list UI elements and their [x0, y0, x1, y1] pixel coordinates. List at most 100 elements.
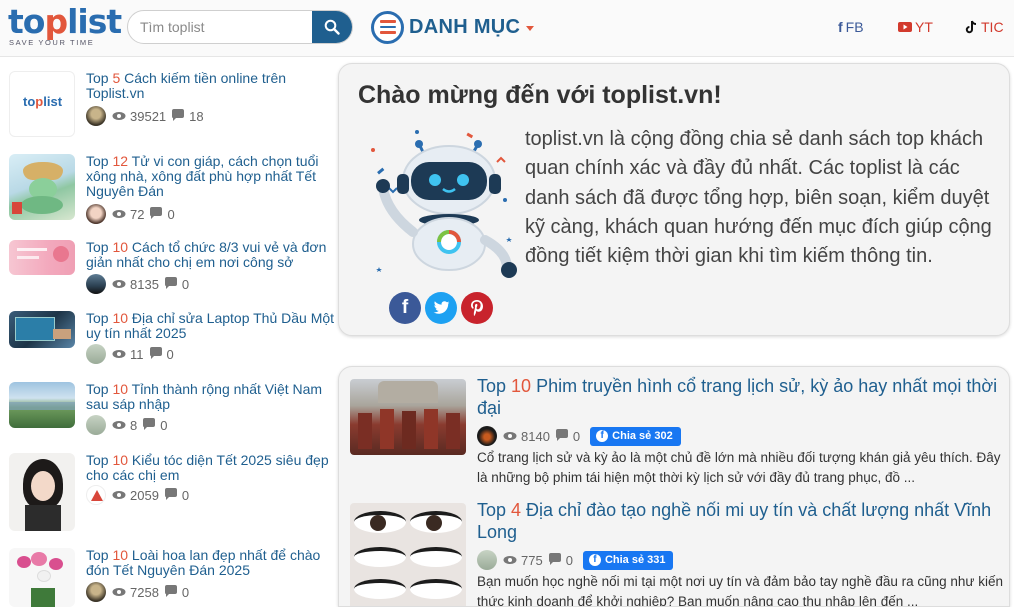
hamburger-icon	[371, 10, 404, 44]
feed-item-rank: 4	[511, 500, 522, 520]
twitter-share-icon	[433, 301, 450, 314]
avatar	[86, 415, 106, 435]
feed-item-title[interactable]: Top 4 Địa chỉ đào tạo nghề nối mi uy tín…	[477, 499, 1005, 543]
sidebar-item-title[interactable]: Top 10 Cách tổ chức 8/3 vui vẻ và đơn gi…	[86, 240, 338, 270]
feed-item-title-text: Phim truyền hình cổ trang lịch sử, kỳ ảo…	[477, 376, 998, 418]
sidebar-item-top-prefix: Top	[86, 452, 113, 468]
womens-day-thumb	[9, 240, 75, 275]
sidebar-list-item[interactable]: Top 10 Cách tổ chức 8/3 vui vẻ và đơn gi…	[8, 240, 338, 310]
eye-icon	[112, 207, 126, 222]
facebook-link-label: FB	[845, 19, 864, 35]
sidebar-list-item[interactable]: Top 10 Tỉnh thành rộng nhất Việt Nam sau…	[8, 382, 338, 452]
sidebar-item-top-prefix: Top	[86, 310, 113, 326]
chevron-down-icon	[526, 26, 535, 31]
pinterest-share-button[interactable]	[461, 292, 493, 324]
site-logo[interactable]: toplist SAVE YOUR TIME	[8, 2, 122, 49]
sidebar-item-title[interactable]: Top 10 Loài hoa lan đẹp nhất để chào đón…	[86, 548, 338, 578]
sidebar-item-title[interactable]: Top 10 Tỉnh thành rộng nhất Việt Nam sau…	[86, 382, 338, 412]
sidebar-item-title[interactable]: Top 10 Kiểu tóc diện Tết 2025 siêu đẹp c…	[86, 453, 338, 483]
orchid-thumb	[9, 548, 75, 607]
eye-icon	[112, 418, 126, 433]
search-button[interactable]	[312, 11, 352, 43]
category-menu-toggle[interactable]: DANH MỤC	[371, 10, 535, 44]
sidebar-item-rank: 10	[112, 547, 129, 563]
logo-wordmark: toplist	[8, 2, 122, 41]
welcome-panel: Chào mừng đến với toplist.vn! toplist.vn…	[338, 63, 1010, 336]
sidebar-list-item[interactable]: Top 10 Địa chỉ sửa Laptop Thủ Dầu Một uy…	[8, 311, 338, 381]
sidebar-item-top-prefix: Top	[86, 547, 113, 563]
feed-item-description: Cổ trang lịch sử và kỳ ảo là một chủ đề …	[477, 450, 1001, 485]
share-buttons: f	[389, 292, 493, 324]
search-bar	[127, 10, 353, 44]
sidebar-item-meta: 2059 0	[86, 485, 194, 505]
tiktok-link-label: TIC	[981, 19, 1004, 35]
youtube-icon	[898, 22, 912, 32]
pinterest-share-icon	[471, 300, 483, 316]
search-input[interactable]	[128, 11, 316, 43]
category-menu-label: DANH MỤC	[409, 15, 521, 38]
comment-icon	[164, 276, 178, 292]
sidebar-list-item[interactable]: Top 12 Tử vi con giáp, cách chọn tuổi xô…	[8, 154, 338, 224]
hairstyle-thumb	[9, 453, 75, 531]
sidebar-item-title[interactable]: Top 5 Cách kiếm tiền online trên Toplist…	[86, 71, 338, 101]
view-count: 2059	[130, 487, 159, 503]
facebook-share-button[interactable]: f	[389, 292, 421, 324]
feed-item[interactable]: Top 4 Địa chỉ đào tạo nghề nối mi uy tín…	[339, 491, 1009, 607]
twitter-share-button[interactable]	[425, 292, 457, 324]
tiktok-icon	[965, 20, 977, 34]
sidebar-list-item[interactable]: Top 10 Loài hoa lan đẹp nhất để chào đón…	[8, 548, 338, 607]
view-count: 39521	[130, 108, 167, 124]
sidebar-list-item[interactable]: toplist Top 5 Cách kiếm tiền online trên…	[8, 71, 338, 141]
feed-item-title[interactable]: Top 10 Phim truyền hình cổ trang lịch sử…	[477, 375, 1005, 419]
facebook-share-icon: f	[401, 297, 409, 318]
comment-count: 0	[181, 276, 190, 292]
feed-item-meta: 775 0 f Chia sẻ 331	[477, 550, 674, 570]
laptop-repair-thumb	[9, 311, 75, 348]
eye-icon	[112, 488, 126, 503]
sidebar-top-lists: toplist Top 5 Cách kiếm tiền online trên…	[0, 58, 338, 607]
feed-item[interactable]: Top 10 Phim truyền hình cổ trang lịch sử…	[339, 367, 1009, 485]
landscape-thumb	[9, 382, 75, 428]
view-count: 8135	[130, 276, 159, 292]
comment-icon	[171, 108, 185, 124]
comment-icon	[555, 428, 569, 444]
featured-feed: Top 10 Phim truyền hình cổ trang lịch sử…	[338, 366, 1010, 607]
avatar	[477, 550, 497, 570]
tiktok-link[interactable]: TIC	[965, 19, 1004, 35]
eye-icon	[503, 553, 517, 568]
sidebar-item-meta: 8 0	[86, 415, 172, 435]
welcome-title: Chào mừng đến với toplist.vn!	[358, 81, 722, 109]
sidebar-list-item[interactable]: Top 10 Kiểu tóc diện Tết 2025 siêu đẹp c…	[8, 453, 338, 531]
avatar	[86, 204, 106, 224]
comment-icon	[548, 552, 562, 568]
feed-item-description: Bạn muốn học nghề nối mi tại một nơi uy …	[477, 574, 1003, 607]
roman-soldiers-thumb	[350, 379, 466, 455]
facebook-share-count-button[interactable]: f Chia sẻ 331	[582, 550, 674, 570]
sidebar-item-meta: 72 0	[86, 204, 180, 224]
youtube-link[interactable]: YT	[898, 19, 933, 35]
sidebar-item-title[interactable]: Top 10 Địa chỉ sửa Laptop Thủ Dầu Một uy…	[86, 311, 338, 341]
sidebar-item-meta: 39521 18	[86, 106, 209, 126]
avatar	[86, 485, 106, 505]
comment-count: 0	[572, 428, 581, 444]
sidebar-item-rank: 10	[112, 452, 129, 468]
eye-icon	[112, 585, 126, 600]
youtube-link-label: YT	[915, 19, 933, 35]
facebook-link[interactable]: f FB	[838, 19, 864, 35]
view-count: 72	[130, 206, 145, 222]
facebook-share-count-button[interactable]: f Chia sẻ 302	[590, 426, 681, 446]
view-count: 8	[130, 417, 138, 433]
sidebar-item-top-prefix: Top	[86, 381, 113, 397]
sidebar-item-title[interactable]: Top 12 Tử vi con giáp, cách chọn tuổi xô…	[86, 154, 338, 199]
site-header: toplist SAVE YOUR TIME DANH MỤC f FB YT …	[0, 0, 1014, 57]
sidebar-item-meta: 7258 0	[86, 582, 194, 602]
comment-count: 18	[189, 108, 204, 124]
eye-icon	[112, 109, 126, 124]
comment-count: 0	[166, 346, 174, 362]
comment-icon	[164, 584, 178, 600]
comment-icon	[142, 417, 156, 433]
avatar	[86, 106, 106, 126]
search-icon	[324, 19, 340, 35]
comment-icon	[164, 487, 178, 503]
feed-item-rank: 10	[511, 376, 532, 396]
